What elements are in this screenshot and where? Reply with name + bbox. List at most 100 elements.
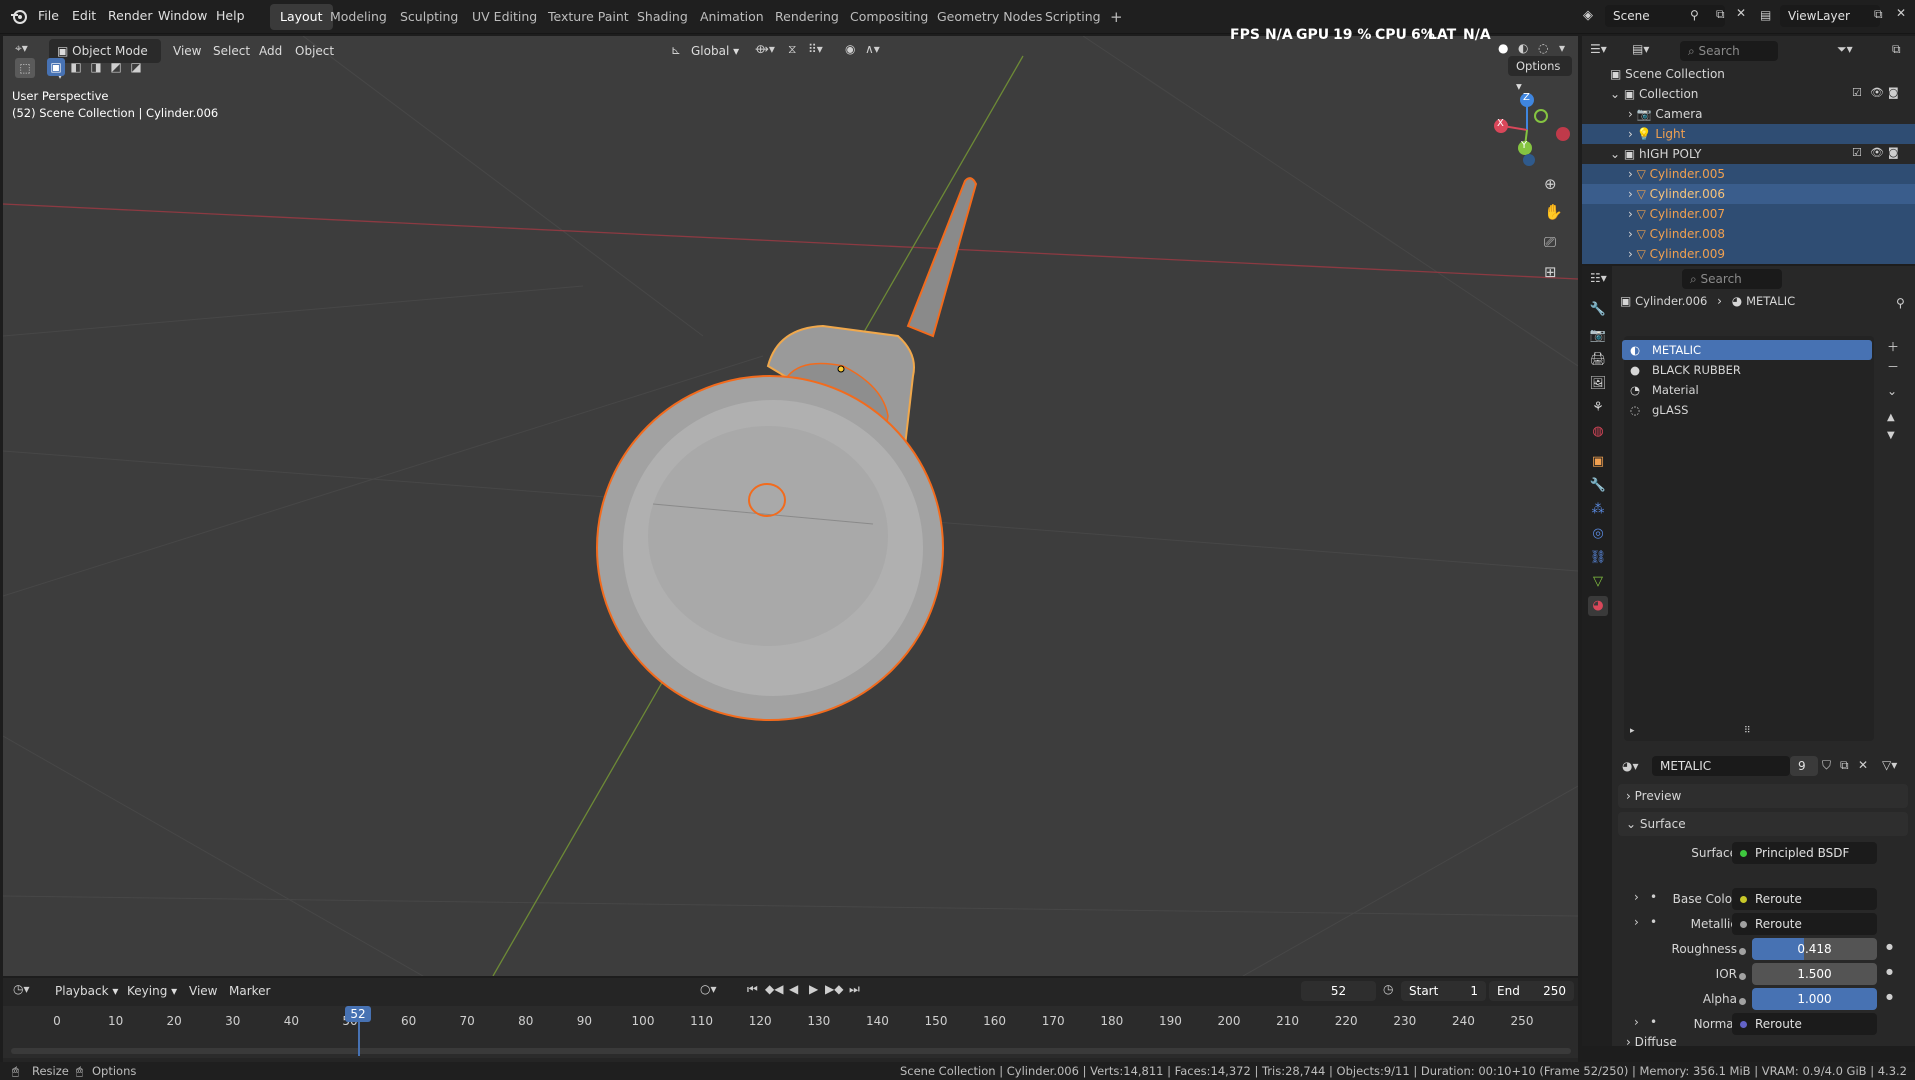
add-slot-icon[interactable]: ＋ [1887,338,1899,355]
eye-icon[interactable]: 👁 [1870,146,1884,159]
output-tab-icon[interactable]: 🖨 [1588,350,1608,370]
play-icon[interactable]: ▶ [809,982,818,996]
menu-keying[interactable]: Keying ▾ [127,984,177,998]
scene-selector[interactable]: Scene [1605,5,1725,27]
perspective-toggle-icon[interactable]: ⊞ [1544,263,1557,281]
menu-view[interactable]: View [189,984,217,998]
scene-tab-icon[interactable]: ⚘ [1588,398,1608,418]
expand-arrow-icon[interactable]: ⌄ [1610,87,1624,101]
viewport-options-button[interactable]: Options ▾ [1508,56,1572,93]
scene-icon[interactable]: ◈ [1583,8,1593,23]
properties-editor-type-icon[interactable]: ☷▾ [1590,271,1607,285]
snap-icon[interactable]: ⧖ [788,42,796,57]
material-browse-icon[interactable]: ◕▾ [1622,759,1639,773]
constraints-tab-icon[interactable]: ⛓ [1588,548,1608,568]
select-mode-intersect-icon[interactable]: ◪ [127,58,145,76]
fake-user-shield-icon[interactable]: ⛉ [1822,758,1831,773]
menu-playback[interactable]: Playback ▾ [55,984,118,998]
remove-scene-icon[interactable]: ✕ [1736,6,1746,20]
pivot-icon[interactable]: ⟴▾ [755,42,775,56]
material-tab-icon[interactable]: ◕ [1588,596,1608,616]
menu-add[interactable]: Add [259,44,282,58]
tab-uv-editing[interactable]: UV Editing [462,4,547,30]
navigation-gizmo[interactable]: Z X Y [1485,90,1570,170]
resize-grip-icon[interactable]: ⠿ [1744,726,1751,736]
outliner-row-cylinder-008[interactable]: › ▽ Cylinder.008 [1582,224,1915,244]
particles-tab-icon[interactable]: ⁂ [1588,500,1608,520]
menu-object[interactable]: Object [295,44,334,58]
jump-end-icon[interactable]: ⏭ [849,982,860,997]
render-tab-icon[interactable]: 📷 [1588,326,1608,346]
material-slot-glass[interactable]: ◌ gLASS [1622,400,1872,420]
tab-compositing[interactable]: Compositing [840,4,938,30]
select-mode-new-icon[interactable]: ▣ [47,58,65,76]
material-preview-icon[interactable]: ◐ [1518,41,1528,55]
timeline-scrollbar[interactable] [11,1048,1571,1054]
prev-keyframe-icon[interactable]: ◆◀ [765,982,783,996]
unlink-material-icon[interactable]: ✕ [1858,758,1868,772]
outliner-row-cylinder-006[interactable]: › ▽ Cylinder.006 [1582,184,1915,204]
proportional-edit-icon[interactable]: ◉ [845,42,855,56]
auto-keying-icon[interactable]: ○▾ [700,982,717,996]
menu-render[interactable]: Render [108,8,153,23]
end-frame-field[interactable]: End 250 [1489,981,1574,1001]
current-frame-field[interactable]: 52 [1301,981,1376,1001]
link-mode-icon[interactable]: ▽▾ [1882,758,1897,772]
slot-menu-icon[interactable]: ⌄ [1887,384,1897,398]
ior-field[interactable]: 1.500 [1752,963,1877,985]
expand-arrow-icon[interactable]: › [1628,167,1637,181]
pan-hand-icon[interactable]: ✋ [1544,203,1563,221]
tool-tab-icon[interactable]: 🔧 [1588,300,1608,320]
tab-animation[interactable]: Animation [690,4,774,30]
material-slot-black-rubber[interactable]: ● BLACK RUBBER [1622,360,1872,380]
editor-type-icon[interactable]: ⌖▾ [15,41,28,56]
display-mode-icon[interactable]: ▤▾ [1632,42,1649,56]
zoom-icon[interactable]: ⊕ [1544,175,1557,193]
outliner-row-high-poly[interactable]: ⌄ ▣ hIGH POLY [1582,144,1915,164]
falloff-icon[interactable]: ∧▾ [865,42,880,56]
normal-field[interactable]: Reroute [1732,1013,1877,1035]
eye-icon[interactable]: 👁 [1870,86,1884,99]
expand-arrow-icon[interactable]: › [1628,207,1637,221]
material-slot-metalic[interactable]: ◐ METALIC [1622,340,1872,360]
filter-icon[interactable]: ⏷▾ [1837,42,1853,57]
add-workspace-button[interactable]: + [1100,4,1133,30]
object-tab-icon[interactable]: ▣ [1588,452,1608,472]
solid-shading-icon[interactable]: ● [1498,41,1508,55]
preview-range-icon[interactable]: ◷ [1383,982,1393,996]
outliner-row-collection[interactable]: ⌄ ▣ Collection [1582,84,1915,104]
material-slot-material[interactable]: ◔ Material [1622,380,1872,400]
outliner-row-scene-collection[interactable]: ▣ Scene Collection [1582,64,1915,84]
outliner-row-cylinder-007[interactable]: › ▽ Cylinder.007 [1582,204,1915,224]
tab-texture-paint[interactable]: Texture Paint [538,4,639,30]
expand-arrow-icon[interactable]: › [1628,227,1637,241]
menu-window[interactable]: Window [158,8,207,23]
surface-panel-header[interactable]: ⌄ Surface [1618,812,1908,836]
menu-marker[interactable]: Marker [229,984,270,998]
pin-icon[interactable]: ⚲ [1690,8,1699,22]
metallic-field[interactable]: Reroute [1732,913,1877,935]
new-view-layer-icon[interactable]: ⧉ [1874,7,1883,22]
play-reverse-icon[interactable]: ◀ [789,982,798,996]
expand-arrow-icon[interactable]: › [1628,247,1637,261]
material-name-field[interactable]: METALIC [1652,756,1790,776]
roughness-slider[interactable]: 0.418 [1752,938,1877,960]
new-scene-icon[interactable]: ⧉ [1716,7,1725,22]
tab-modeling[interactable]: Modeling [320,4,397,30]
expand-arrow-icon[interactable]: › [1634,890,1639,904]
modifier-tab-icon[interactable]: 🔧 [1588,476,1608,496]
expand-arrow-icon[interactable]: › [1628,107,1637,121]
view-layer-tab-icon[interactable]: 🖼 [1588,374,1608,394]
select-mode-subtract-icon[interactable]: ◨ [87,58,105,76]
diffuse-panel-header[interactable]: › Diffuse [1618,1032,1908,1052]
outliner-editor-type-icon[interactable]: ☰▾ [1590,42,1607,56]
keyframe-dot-icon[interactable]: ● [1886,992,1893,1001]
expand-arrow-icon[interactable]: › [1634,1015,1639,1029]
new-collection-icon[interactable]: ⧉ [1892,42,1901,57]
select-mode-invert-icon[interactable]: ◩ [107,58,125,76]
move-down-icon[interactable]: ▼ [1887,430,1895,441]
outliner-row-light[interactable]: › 💡 Light [1582,124,1915,144]
outliner-search-input[interactable]: ⌕ Search [1680,41,1778,61]
shading-options-icon[interactable]: ▾ [1559,41,1565,55]
menu-edit[interactable]: Edit [72,8,96,23]
